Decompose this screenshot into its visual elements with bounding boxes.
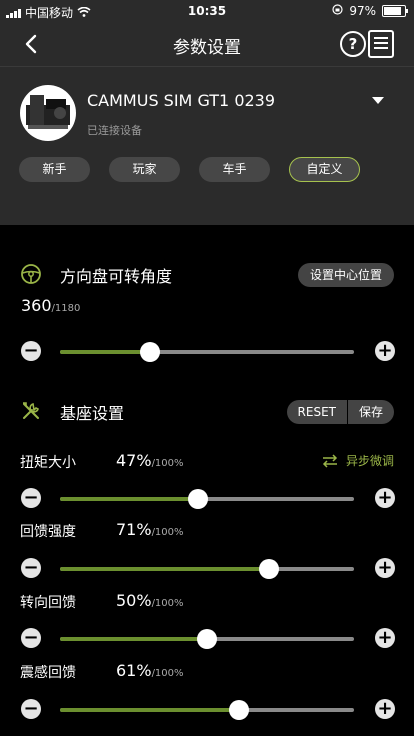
status-bar: 中国移动 10:35 97%: [0, 0, 414, 22]
rotation-title: 方向盘可转角度: [60, 267, 173, 286]
slider-fill: [60, 497, 199, 501]
status-right: 97%: [332, 4, 408, 18]
orientation-lock-icon: [332, 4, 343, 18]
racing-rig-image: [26, 95, 70, 129]
base-header: 基座设置 RESET 保存: [20, 400, 394, 424]
steering-feedback-value: 50%/100%: [116, 591, 184, 610]
feedback-strength-increase-button[interactable]: +: [375, 558, 395, 578]
steering-feedback-slider-row: − +: [21, 628, 395, 650]
slider-thumb[interactable]: [197, 629, 217, 649]
vibration-feedback-value: 61%/100%: [116, 661, 184, 680]
save-button[interactable]: 保存: [348, 400, 394, 424]
reset-button[interactable]: RESET: [287, 400, 347, 424]
steering-feedback-max: /100%: [151, 598, 184, 609]
async-tune-button[interactable]: 异步微调: [322, 452, 394, 469]
torque-value-number: 47%: [116, 451, 152, 470]
slider-thumb[interactable]: [139, 342, 160, 362]
feedback-strength-label: 回馈强度: [20, 524, 76, 540]
steering-feedback-number: 50%: [116, 591, 152, 610]
set-center-button[interactable]: 设置中心位置: [297, 263, 394, 287]
rotation-increase-button[interactable]: +: [375, 341, 395, 361]
battery-level: [384, 7, 402, 15]
preset-beginner[interactable]: 新手: [19, 157, 90, 182]
base-actions: RESET 保存: [286, 400, 394, 424]
device-name: CAMMUS SIM GT1 0239: [87, 91, 276, 110]
vibration-feedback-max: /100%: [151, 668, 184, 679]
slider-thumb[interactable]: [229, 700, 250, 720]
vibration-feedback-decrease-button[interactable]: −: [21, 699, 41, 719]
list-menu-icon[interactable]: [368, 30, 394, 58]
device-dropdown-icon[interactable]: [372, 97, 384, 104]
async-tune-label: 异步微调: [345, 454, 394, 468]
rotation-slider[interactable]: [60, 342, 354, 362]
steering-feedback-slider[interactable]: [60, 629, 354, 649]
feedback-strength-decrease-button[interactable]: −: [21, 558, 41, 578]
help-icon[interactable]: ?: [340, 31, 366, 57]
battery-icon: [382, 5, 408, 17]
preset-player[interactable]: 玩家: [109, 157, 180, 182]
rotation-slider-row: − +: [21, 341, 395, 363]
nav-bar: 参数设置 ?: [0, 22, 414, 66]
slider-thumb[interactable]: [258, 559, 279, 579]
feedback-strength-max: /100%: [151, 527, 184, 538]
feedback-strength-value: 71%/100%: [116, 520, 184, 539]
slider-fill: [60, 708, 240, 712]
torque-label: 扭矩大小: [20, 455, 76, 471]
battery-percent: 97%: [349, 4, 376, 18]
torque-slider[interactable]: [60, 489, 354, 509]
preset-driver[interactable]: 车手: [199, 157, 270, 182]
preset-group: 新手 玩家 车手 自定义: [19, 157, 360, 182]
slider-fill: [60, 350, 150, 354]
vibration-feedback-increase-button[interactable]: +: [375, 699, 395, 719]
vibration-feedback-label: 震感回馈: [20, 665, 76, 681]
vibration-feedback-slider-row: − +: [21, 699, 395, 721]
slider-fill: [60, 637, 207, 641]
feedback-strength-number: 71%: [116, 520, 152, 539]
steering-wheel-icon: [21, 264, 41, 284]
swap-arrows-icon: [322, 453, 338, 468]
vibration-feedback-slider[interactable]: [60, 700, 354, 720]
device-status: 已连接设备: [87, 124, 142, 137]
slider-fill: [60, 567, 269, 571]
vibration-feedback-number: 61%: [116, 661, 152, 680]
preset-custom[interactable]: 自定义: [289, 157, 360, 182]
rotation-value: 360/1180: [21, 296, 80, 315]
device-avatar: [20, 85, 76, 141]
device-panel: CAMMUS SIM GT1 0239 已连接设备 新手 玩家 车手 自定义: [0, 66, 414, 225]
rotation-value-max: /1180: [51, 303, 81, 314]
tools-icon: [23, 402, 39, 419]
torque-value: 47%/100%: [116, 451, 184, 470]
steering-feedback-decrease-button[interactable]: −: [21, 628, 41, 648]
torque-increase-button[interactable]: +: [375, 488, 395, 508]
torque-decrease-button[interactable]: −: [21, 488, 41, 508]
slider-thumb[interactable]: [188, 489, 209, 509]
torque-slider-row: − +: [21, 488, 395, 510]
steering-feedback-increase-button[interactable]: +: [375, 628, 395, 648]
rotation-value-number: 360: [21, 296, 52, 315]
rotation-decrease-button[interactable]: −: [21, 341, 41, 361]
rotation-header: 方向盘可转角度 设置中心位置: [20, 263, 394, 287]
torque-value-max: /100%: [151, 458, 184, 469]
steering-feedback-label: 转向回馈: [20, 595, 76, 611]
feedback-strength-slider[interactable]: [60, 559, 354, 579]
feedback-strength-slider-row: − +: [21, 558, 395, 580]
base-title: 基座设置: [60, 404, 125, 423]
